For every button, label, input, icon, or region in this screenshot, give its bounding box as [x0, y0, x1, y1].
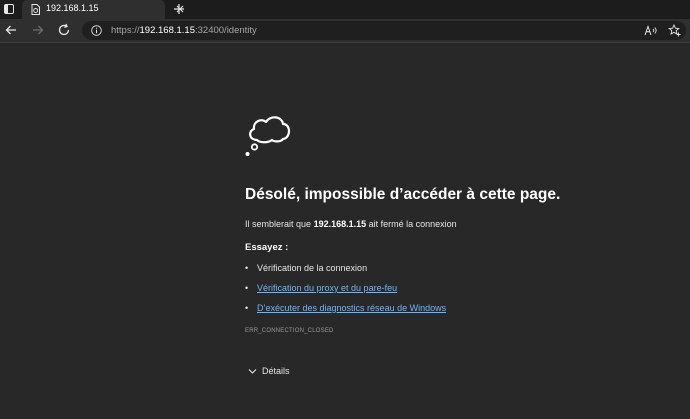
chevron-down-icon	[248, 369, 257, 374]
error-headline: Désolé, impossible d’accéder à cette pag…	[245, 186, 561, 203]
active-tab[interactable]: 192.168.1.15	[22, 0, 184, 19]
toolbar: https://192.168.1.15:32400/identity	[0, 19, 690, 43]
forward-icon[interactable]	[31, 23, 45, 37]
url-text[interactable]: https://192.168.1.15:32400/identity	[111, 25, 257, 36]
error-code: ERR_CONNECTION_CLOSED	[245, 328, 334, 334]
read-aloud-icon[interactable]	[644, 25, 658, 36]
add-favorite-icon[interactable]	[668, 24, 681, 37]
check-proxy-link[interactable]: Vérification du proxy et du pare-feu	[257, 283, 397, 293]
url-scheme: https://	[111, 25, 140, 36]
sad-cloud-icon	[245, 116, 291, 156]
address-bar[interactable]: https://192.168.1.15:32400/identity	[82, 21, 686, 40]
url-host: 192.168.1.15	[139, 25, 195, 36]
page-error-icon	[31, 4, 40, 15]
tab-title: 192.168.1.15	[46, 3, 99, 13]
try-heading: Essayez :	[245, 242, 289, 253]
suggestion-check-proxy: Vérification du proxy et du pare-feu	[245, 283, 446, 303]
tab-strip: 192.168.1.15	[0, 0, 690, 19]
details-label: Détails	[262, 366, 290, 376]
tab-actions-icon[interactable]	[4, 4, 14, 14]
explain-before: Il semblerait que	[245, 219, 312, 229]
back-icon[interactable]	[4, 23, 18, 37]
explain-host: 192.168.1.15	[313, 219, 367, 229]
error-explanation: Il semblerait que 192.168.1.15 ait fermé…	[245, 219, 457, 229]
refresh-icon[interactable]	[57, 23, 71, 37]
network-diagnostics-link[interactable]: D’exécuter des diagnostics réseau de Win…	[257, 303, 446, 313]
explain-after: ait fermé la connexion	[368, 219, 457, 229]
new-tab-icon[interactable]	[173, 3, 185, 15]
url-path: :32400/identity	[195, 25, 257, 36]
suggestion-text: Vérification de la connexion	[257, 263, 368, 273]
suggestion-check-connection: Vérification de la connexion	[245, 263, 446, 283]
site-info-icon[interactable]	[91, 25, 102, 36]
suggestion-network-diagnostics: D’exécuter des diagnostics réseau de Win…	[245, 303, 446, 323]
suggestion-list: Vérification de la connexion Vérificatio…	[245, 263, 446, 323]
